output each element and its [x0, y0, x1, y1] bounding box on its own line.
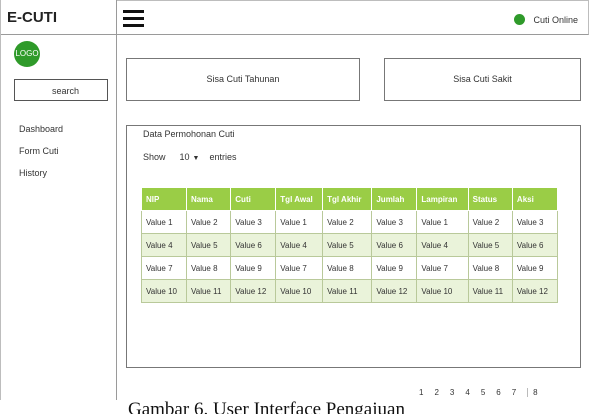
table-cell: Value 5 [467, 233, 513, 257]
column-header[interactable]: Cuti [230, 187, 277, 211]
search-button[interactable]: search [14, 79, 108, 101]
column-header[interactable]: Tgl Awal [275, 187, 324, 211]
chevron-down-icon: ▼ [192, 155, 200, 162]
table-cell: Value 7 [275, 256, 324, 280]
panel-title: Data Permohonan Cuti [143, 129, 235, 139]
table-cell: Value 6 [511, 233, 559, 257]
online-label: Cuti Online [533, 14, 578, 25]
page-link[interactable]: 2 [434, 388, 438, 397]
table-cell: Value 11 [322, 279, 373, 303]
sidebar-item-form-cuti[interactable]: Form Cuti [19, 146, 63, 168]
table-cell: Value 4 [140, 233, 188, 257]
table-cell: Value 9 [230, 256, 277, 280]
leave-table: NIP Nama Cuti Tgl Awal Tgl Akhir Jumlah Lampir… [140, 187, 559, 303]
table-cell: Value 10 [416, 279, 469, 303]
column-header[interactable]: Status [467, 187, 513, 211]
sick-leave-label: Sisa Cuti Sakit [453, 74, 512, 84]
table-cell: Value 10 [140, 279, 188, 303]
column-header[interactable]: Tgl Akhir [322, 187, 373, 211]
table-cell: Value 1 [416, 210, 469, 234]
table-row: Value 7 Value 8 Value 9 Value 7 Value 8 Value… [140, 256, 559, 280]
top-bar: Cuti Online [117, 0, 589, 35]
column-header[interactable]: Nama [186, 187, 232, 211]
table-cell: Value 7 [140, 256, 188, 280]
page-link[interactable]: 7 [512, 388, 516, 397]
table-cell: Value 12 [511, 279, 559, 303]
column-header[interactable]: Lampiran [416, 187, 469, 211]
sidebar-nav: Dashboard Form Cuti History [19, 124, 63, 190]
table-cell: Value 3 [230, 210, 277, 234]
table-cell: Value 12 [371, 279, 418, 303]
page-link[interactable]: 8 [527, 388, 538, 397]
table-cell: Value 11 [186, 279, 232, 303]
table-cell: Value 9 [511, 256, 559, 280]
annual-leave-label: Sisa Cuti Tahunan [206, 74, 280, 84]
sidebar: E-CUTI LOGO search Dashboard Form Cuti H… [0, 0, 117, 400]
hamburger-icon[interactable] [123, 10, 144, 27]
figure-caption: Gambar 6. User Interface Pengajuan [128, 399, 405, 414]
sidebar-item-dashboard[interactable]: Dashboard [19, 124, 63, 146]
page-link[interactable]: 6 [496, 388, 500, 397]
table-cell: Value 1 [140, 210, 188, 234]
table-cell: Value 3 [511, 210, 559, 234]
table-cell: Value 8 [186, 256, 232, 280]
table-cell: Value 5 [322, 233, 373, 257]
pagination: 1 2 3 4 5 6 7 8 [419, 388, 538, 397]
table-header-row: NIP Nama Cuti Tgl Awal Tgl Akhir Jumlah Lampir… [140, 187, 559, 211]
table-cell: Value 11 [467, 279, 513, 303]
table-cell: Value 8 [467, 256, 513, 280]
logo: LOGO [14, 41, 40, 67]
leave-request-panel: Data Permohonan Cuti Show 10 ▼ entries NI… [126, 125, 581, 368]
table-cell: Value 1 [275, 210, 324, 234]
page-link[interactable]: 5 [481, 388, 485, 397]
page-link[interactable]: 1 [419, 388, 423, 397]
app-title: E-CUTI [1, 0, 116, 35]
table-row: Value 1 Value 2 Value 3 Value 1 Value 2 Value… [140, 210, 559, 234]
column-header[interactable]: Jumlah [371, 187, 418, 211]
table-cell: Value 9 [371, 256, 418, 280]
table-cell: Value 7 [416, 256, 469, 280]
table-row: Value 4 Value 5 Value 6 Value 4 Value 5 Value… [140, 233, 559, 257]
table-cell: Value 2 [186, 210, 232, 234]
table-cell: Value 2 [322, 210, 373, 234]
show-label: Show [143, 152, 166, 162]
table-cell: Value 8 [322, 256, 373, 280]
online-status: Cuti Online [514, 14, 578, 25]
sidebar-item-history[interactable]: History [19, 168, 63, 190]
table-cell: Value 3 [371, 210, 418, 234]
entries-control: Show 10 ▼ entries [143, 152, 236, 162]
page-link[interactable]: 4 [465, 388, 469, 397]
online-dot-icon [514, 14, 526, 25]
table-row: Value 10 Value 11 Value 12 Value 10 Value 11… [140, 279, 559, 303]
table-cell: Value 5 [186, 233, 232, 257]
table-cell: Value 6 [230, 233, 277, 257]
entries-label: entries [209, 152, 237, 162]
entries-select[interactable]: 10 ▼ [180, 152, 200, 162]
table-cell: Value 4 [275, 233, 324, 257]
annual-leave-card: Sisa Cuti Tahunan [126, 58, 360, 101]
column-header[interactable]: Aksi [511, 187, 559, 211]
column-header[interactable]: NIP [140, 187, 188, 211]
page-link[interactable]: 3 [450, 388, 454, 397]
table-cell: Value 4 [416, 233, 469, 257]
table-cell: Value 10 [275, 279, 324, 303]
sick-leave-card: Sisa Cuti Sakit [384, 58, 581, 101]
table-cell: Value 12 [230, 279, 277, 303]
table-cell: Value 2 [467, 210, 513, 234]
entries-value: 10 [179, 152, 190, 162]
table-cell: Value 6 [371, 233, 418, 257]
